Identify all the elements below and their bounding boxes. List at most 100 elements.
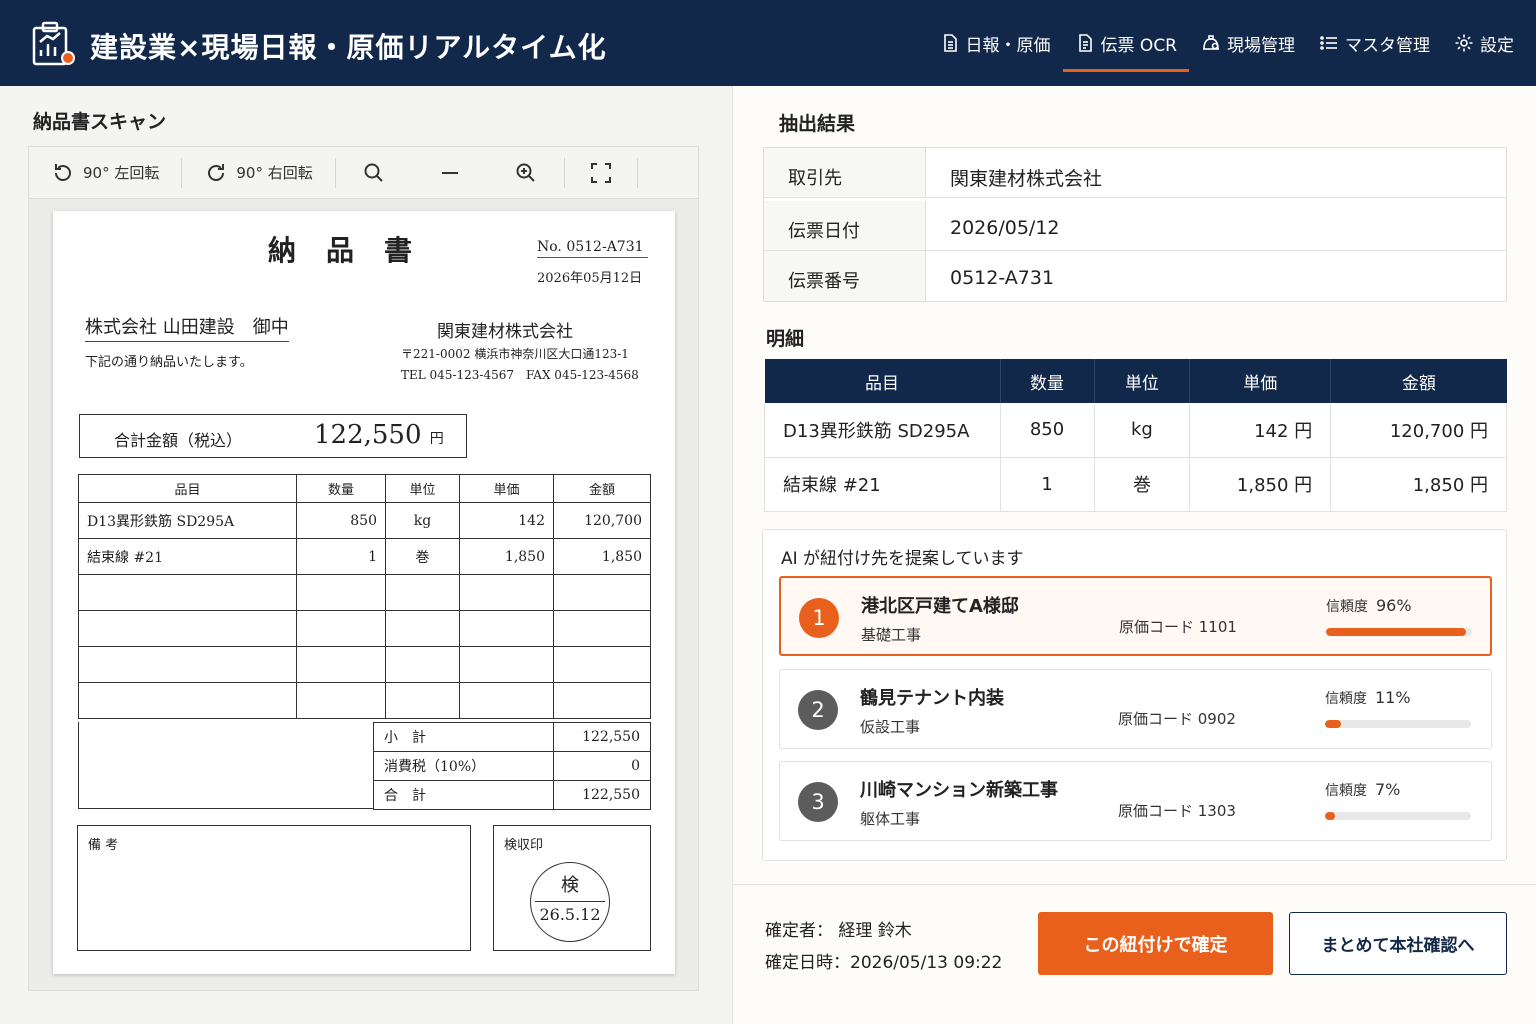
confidence-value: 96% (1376, 596, 1412, 615)
approver: 確定者： 経理 鈴木 (765, 921, 912, 941)
table-row-empty (78, 646, 651, 683)
col-header: 金額 (553, 474, 651, 503)
nav-item-ocr[interactable]: 伝票 OCR (1062, 0, 1190, 86)
cell: kg (385, 502, 460, 539)
field-key: 伝票番号 (764, 251, 926, 301)
col-header: 単位 (1094, 359, 1191, 403)
doc-address: 〒221-0002 横浜市神奈川区大口通123-1 (401, 347, 629, 361)
field-value[interactable]: 0512-A731 (950, 267, 1054, 289)
table-header: 品目 数量 単位 単価 金額 (764, 359, 1507, 403)
suggestion-work: 仮設工事 (860, 718, 921, 736)
grand-row: 合 計 122,550 (373, 780, 651, 810)
table-row-empty (78, 610, 651, 647)
suggestion-card[interactable]: 2 鶴見テナント内装 仮設工事 原価コード 0902 信頼度 11% (779, 669, 1492, 749)
cell: 850 (296, 502, 386, 539)
suggestion-cost-code: 原価コード 1303 (1118, 802, 1236, 820)
toolbar-divider (636, 157, 638, 188)
rotate-right-button[interactable]: 90° 右回転 (182, 147, 334, 199)
rank-badge: 1 (799, 598, 839, 638)
confidence-bar (1325, 720, 1471, 728)
rotate-left-button[interactable]: 90° 左回転 (29, 147, 181, 199)
summary-blank (78, 722, 374, 809)
table-row: 結束線 #21 1 巻 1,850 1,850 (78, 538, 651, 575)
suggestion-cost-code: 原価コード 0902 (1118, 710, 1236, 728)
inspection-stamp: 検 26.5.12 (530, 862, 610, 942)
suggestion-site: 港北区戸建てA様邸 (861, 596, 1019, 617)
col-header: 数量 (1000, 359, 1095, 403)
total-unit: 円 (429, 431, 444, 447)
suggestion-card[interactable]: 3 川崎マンション新築工事 躯体工事 原価コード 1303 信頼度 7% (779, 761, 1492, 841)
col-header: 品目 (764, 359, 1001, 403)
table-row: D13異形鉄筋 SD295A 850 kg 142 120,700 (78, 502, 651, 539)
suggestion-work: 躯体工事 (860, 810, 921, 828)
zoom-in-icon (516, 163, 535, 182)
ai-suggestion-panel: AI が紐付け先を提案しています 1 港北区戸建てA様邸 基礎工事 原価コード … (762, 529, 1507, 861)
nav-item-site[interactable]: 現場管理 (1189, 0, 1307, 86)
grand-label: 合 計 (373, 780, 554, 810)
nav-item-settings[interactable]: 設定 (1442, 0, 1526, 86)
confidence-title: 信頼度 (1326, 599, 1368, 615)
search-icon (364, 163, 383, 182)
fullscreen-button[interactable] (565, 147, 637, 199)
gear-icon (1455, 34, 1473, 52)
zoom-in-button[interactable] (488, 147, 564, 199)
confidence-value: 11% (1375, 688, 1411, 707)
footer-divider (733, 884, 1536, 885)
list-icon (1320, 36, 1337, 50)
suggestion-site: 川崎マンション新築工事 (860, 780, 1058, 801)
rotate-left-label: 90° 左回転 (83, 164, 160, 182)
receipt-icon (1078, 34, 1092, 52)
doc-number: No. 0512-A731 (537, 239, 648, 258)
confidence-value: 7% (1375, 780, 1401, 799)
doc-tel: TEL 045-123-4567 FAX 045-123-4568 (401, 368, 639, 382)
field-value[interactable]: 2026/05/12 (950, 217, 1060, 239)
cell: 1 (296, 538, 386, 575)
confidence-label: 信頼度 96% (1326, 596, 1412, 616)
app-title: 建設業×現場日報・原価リアルタイム化 (90, 31, 607, 64)
send-to-hq-button[interactable]: まとめて本社確認へ (1289, 912, 1507, 975)
site-icon (1203, 35, 1219, 50)
remarks-label: 備 考 (88, 838, 119, 853)
confidence-fill (1326, 628, 1467, 636)
suggestion-card[interactable]: 1 港北区戸建てA様邸 基礎工事 原価コード 1101 信頼度 96% (779, 576, 1492, 656)
document-viewer[interactable]: 90° 左回転 90° 右回転 納品書 No. 0512-A731 2026年0… (28, 146, 699, 991)
doc-title: 納品書 (268, 234, 443, 267)
rotate-right-icon (208, 163, 225, 181)
nav-item-master[interactable]: マスタ管理 (1307, 0, 1442, 86)
search-button[interactable] (336, 147, 412, 199)
confidence-label: 信頼度 7% (1325, 780, 1400, 800)
col-header: 単価 (1189, 359, 1332, 403)
total-amount: 122,550 (314, 420, 422, 450)
stamp-date: 26.5.12 (539, 905, 601, 924)
table-row[interactable]: D13異形鉄筋 SD295A 850 kg 142 円 120,700 円 (764, 403, 1507, 458)
confidence-bar (1326, 628, 1472, 636)
field-value[interactable]: 関東建材株式会社 (950, 164, 1102, 191)
cell: 1,850 (553, 538, 651, 575)
confidence-label: 信頼度 11% (1325, 688, 1411, 708)
subtotal-row: 小 計 122,550 (373, 722, 651, 752)
field-key: 伝票日付 (764, 201, 926, 250)
result-title: 抽出結果 (779, 113, 856, 135)
cell: 850 (1000, 403, 1095, 458)
zoom-out-button[interactable] (412, 147, 488, 199)
col-header: 単価 (459, 474, 554, 503)
viewer-toolbar: 90° 左回転 90° 右回転 (29, 147, 698, 199)
confidence-bar (1325, 812, 1471, 820)
cell: D13異形鉄筋 SD295A (764, 403, 1001, 458)
table-row-empty (78, 574, 651, 611)
nav-label: 伝票 OCR (1100, 35, 1177, 56)
app-header: 建設業×現場日報・原価リアルタイム化 日報・原価 伝票 OCR 現場管理 マスタ… (0, 0, 1536, 86)
rank-badge: 2 (798, 690, 838, 730)
remarks-box: 備 考 (77, 825, 471, 951)
scan-title: 納品書スキャン (33, 111, 167, 133)
stamp-label: 検収印 (504, 838, 544, 853)
table-row[interactable]: 結束線 #21 1 巻 1,850 円 1,850 円 (764, 457, 1507, 512)
rotate-left-icon (55, 163, 71, 181)
confirm-button[interactable]: この紐付けで確定 (1038, 912, 1273, 975)
rank-badge: 3 (798, 782, 838, 822)
suggestion-site: 鶴見テナント内装 (860, 688, 1004, 709)
doc-summary-table: 小 計 122,550 消費税（10%） 0 合 計 122,550 (373, 722, 651, 810)
nav-item-daily-cost[interactable]: 日報・原価 (928, 0, 1063, 86)
doc-total-value: 122,550 円 (314, 420, 444, 450)
cell: 結束線 #21 (78, 538, 297, 575)
